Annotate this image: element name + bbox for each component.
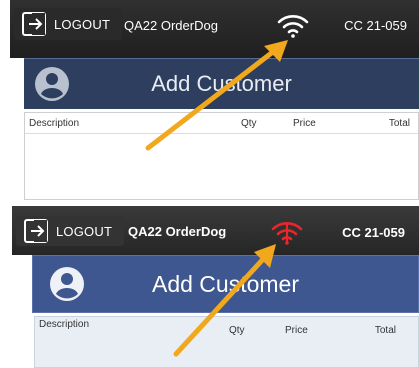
arrow-annotation bbox=[173, 244, 276, 357]
column-description: Description bbox=[29, 118, 80, 129]
column-total: Total bbox=[374, 325, 396, 336]
store-name: QA22 OrderDog bbox=[124, 18, 218, 33]
screenshot-disconnected: LOGOUT QA22 OrderDog CC 21-059 Add Custo… bbox=[12, 206, 419, 368]
screenshot-connected: LOGOUT QA22 OrderDog CC 21-059 Add Custo… bbox=[10, 0, 419, 200]
register-id: CC 21-059 bbox=[342, 225, 405, 240]
logout-label: LOGOUT bbox=[54, 16, 111, 32]
column-description: Description bbox=[39, 319, 90, 330]
avatar-icon bbox=[35, 67, 69, 101]
column-total: Total bbox=[388, 118, 410, 129]
wifi-icon bbox=[277, 15, 309, 38]
logout-button[interactable]: LOGOUT bbox=[14, 8, 122, 40]
logout-button[interactable]: LOGOUT bbox=[16, 216, 124, 246]
logout-icon bbox=[22, 12, 46, 36]
logout-icon bbox=[24, 219, 48, 243]
avatar-icon bbox=[50, 267, 84, 301]
logout-label: LOGOUT bbox=[56, 223, 113, 239]
register-id: CC 21-059 bbox=[344, 18, 407, 33]
arrow-annotation bbox=[145, 40, 288, 151]
